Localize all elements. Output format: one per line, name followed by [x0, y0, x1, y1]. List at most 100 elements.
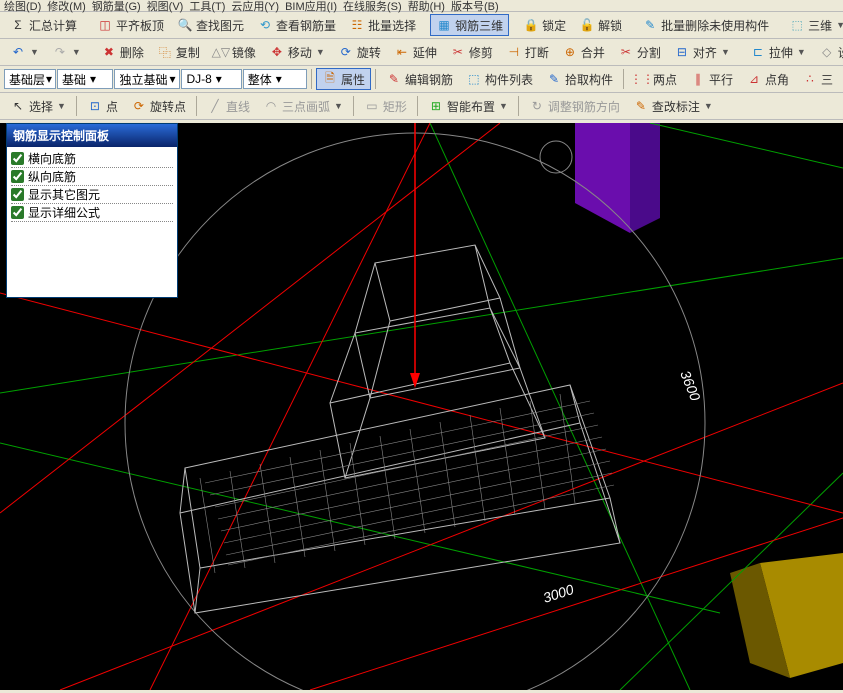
rebar-3d-button[interactable]: ▦ 钢筋三维 [430, 14, 509, 36]
rebar3d-icon: ▦ [436, 17, 452, 33]
label: 点 [106, 98, 118, 115]
undo-button[interactable]: ↶▼ [4, 41, 45, 63]
edit-rebar-button[interactable]: ✎编辑钢筋 [380, 68, 459, 90]
menu-item[interactable]: 工具(T) [189, 0, 225, 14]
sum-button[interactable]: Σ 汇总计算 [4, 14, 83, 36]
panel-body: 横向底筋 纵向底筋 显示其它图元 显示详细公式 [7, 147, 177, 297]
select-button[interactable]: ↖选择▼ [4, 95, 72, 117]
smart-layout-button[interactable]: ⊞智能布置▼ [422, 95, 514, 117]
delete-icon: ✖ [101, 44, 117, 60]
chevron-down-icon: ▼ [704, 101, 713, 111]
menu-item[interactable]: 视图(V) [147, 0, 184, 14]
break-icon: ⊣ [506, 44, 522, 60]
redo-button[interactable]: ↷▼ [46, 41, 87, 63]
pull-icon: ⊏ [750, 44, 766, 60]
point-icon: ⊡ [87, 98, 103, 114]
label: 三 [821, 71, 833, 88]
type-combo[interactable]: 独立基础▾ [114, 69, 180, 89]
extend-button[interactable]: ⇤延伸 [388, 41, 443, 63]
checkbox-row[interactable]: 显示详细公式 [11, 204, 173, 222]
label: 属性 [341, 71, 365, 88]
checkbox-row[interactable]: 横向底筋 [11, 150, 173, 168]
label: 删除 [120, 44, 144, 61]
checkbox-row[interactable]: 纵向底筋 [11, 168, 173, 186]
move-button[interactable]: ✥移动▼ [263, 41, 331, 63]
scope-combo[interactable]: 整体▾ [243, 69, 307, 89]
align-button[interactable]: ⊟对齐▼ [668, 41, 736, 63]
merge-button[interactable]: ⊕合并 [556, 41, 611, 63]
edit-annotation-button[interactable]: ✎查改标注▼ [627, 95, 719, 117]
checkbox[interactable] [11, 152, 24, 165]
component-list-button[interactable]: ⬚构件列表 [460, 68, 539, 90]
rect-icon: ▭ [364, 98, 380, 114]
rebar-display-panel[interactable]: 钢筋显示控制面板 横向底筋 纵向底筋 显示其它图元 显示详细公式 [6, 123, 178, 298]
menu-item[interactable]: 修改(M) [47, 0, 86, 14]
layer-combo[interactable]: 基础层▾ [4, 69, 56, 89]
set-clamp-button[interactable]: ◇设置夹点 [813, 41, 843, 63]
batch-delete-button[interactable]: ✎ 批量删除未使用构件 [636, 14, 775, 36]
separator [375, 69, 376, 89]
lock-icon: 🔒 [523, 17, 539, 33]
orbit-handle[interactable] [540, 141, 572, 173]
menu-item[interactable]: BIM应用(I) [285, 0, 337, 14]
three-button[interactable]: ∴三 [796, 68, 839, 90]
label: 镜像 [232, 44, 256, 61]
split-button[interactable]: ✂分割 [612, 41, 667, 63]
menu-item[interactable]: 在线服务(S) [343, 0, 402, 14]
point-button[interactable]: ⊡点 [81, 95, 124, 117]
checkbox[interactable] [11, 170, 24, 183]
separator [76, 96, 77, 116]
label: 修剪 [469, 44, 493, 61]
value: 基础 [62, 71, 86, 88]
chevron-down-icon: ▼ [72, 47, 81, 57]
label: 查找图元 [196, 17, 244, 34]
item-combo[interactable]: DJ-8▾ [181, 69, 241, 89]
batch-select-button[interactable]: ☷ 批量选择 [343, 14, 422, 36]
footing-wireframe [180, 245, 620, 613]
cube-icon: ⬚ [789, 17, 805, 33]
delete-button[interactable]: ✖删除 [95, 41, 150, 63]
find-element-button[interactable]: 🔍 查找图元 [171, 14, 250, 36]
menu-item[interactable]: 版本号(B) [451, 0, 499, 14]
menu-item[interactable]: 云应用(Y) [231, 0, 279, 14]
level-button[interactable]: ◫ 平齐板顶 [91, 14, 170, 36]
view-rebar-button[interactable]: ⟲ 查看钢筋量 [251, 14, 342, 36]
menu-item[interactable]: 帮助(H) [408, 0, 445, 14]
menu-item[interactable]: 钢筋量(G) [92, 0, 141, 14]
copy-button[interactable]: ⿻复制 [151, 41, 206, 63]
mirror-icon: △▽ [213, 44, 229, 60]
break-button[interactable]: ⊣打断 [500, 41, 555, 63]
pick-component-button[interactable]: ✎拾取构件 [540, 68, 619, 90]
pull-button[interactable]: ⊏拉伸▼ [744, 41, 812, 63]
dropper-icon: ✎ [546, 71, 562, 87]
split-icon: ✂ [618, 44, 634, 60]
lock-button[interactable]: 🔒 锁定 [517, 14, 572, 36]
rotate-point-button[interactable]: ⟳旋转点 [125, 95, 192, 117]
smart-icon: ⊞ [428, 98, 444, 114]
dimension-label-h: 3600 [677, 368, 704, 403]
unlock-button[interactable]: 🔓 解锁 [573, 14, 628, 36]
label: 打断 [525, 44, 549, 61]
unlock-icon: 🔓 [579, 17, 595, 33]
checkbox-label: 显示详细公式 [28, 204, 100, 221]
point-angle-button[interactable]: ⊿点角 [740, 68, 795, 90]
checkbox[interactable] [11, 206, 24, 219]
two-point-button[interactable]: ⋮⋮两点 [628, 68, 683, 90]
move-icon: ✥ [269, 44, 285, 60]
checkbox-row[interactable]: 显示其它图元 [11, 186, 173, 204]
attr-button[interactable]: 🗎属性 [316, 68, 371, 90]
rotate-button[interactable]: ⟳旋转 [332, 41, 387, 63]
mirror-button[interactable]: △▽镜像 [207, 41, 262, 63]
line-icon: ╱ [207, 98, 223, 114]
sigma-icon: Σ [10, 17, 26, 33]
trim-button[interactable]: ✂修剪 [444, 41, 499, 63]
label: 平齐板顶 [116, 17, 164, 34]
dimension-label-w: 3000 [541, 581, 576, 606]
separator [417, 96, 418, 116]
label: 矩形 [383, 98, 407, 115]
checkbox[interactable] [11, 188, 24, 201]
parallel-button[interactable]: ∥平行 [684, 68, 739, 90]
3d-view-button[interactable]: ⬚ 三维▼ [783, 14, 843, 36]
menu-item[interactable]: 绘图(D) [4, 0, 41, 14]
category-combo[interactable]: 基础▾ [57, 69, 113, 89]
